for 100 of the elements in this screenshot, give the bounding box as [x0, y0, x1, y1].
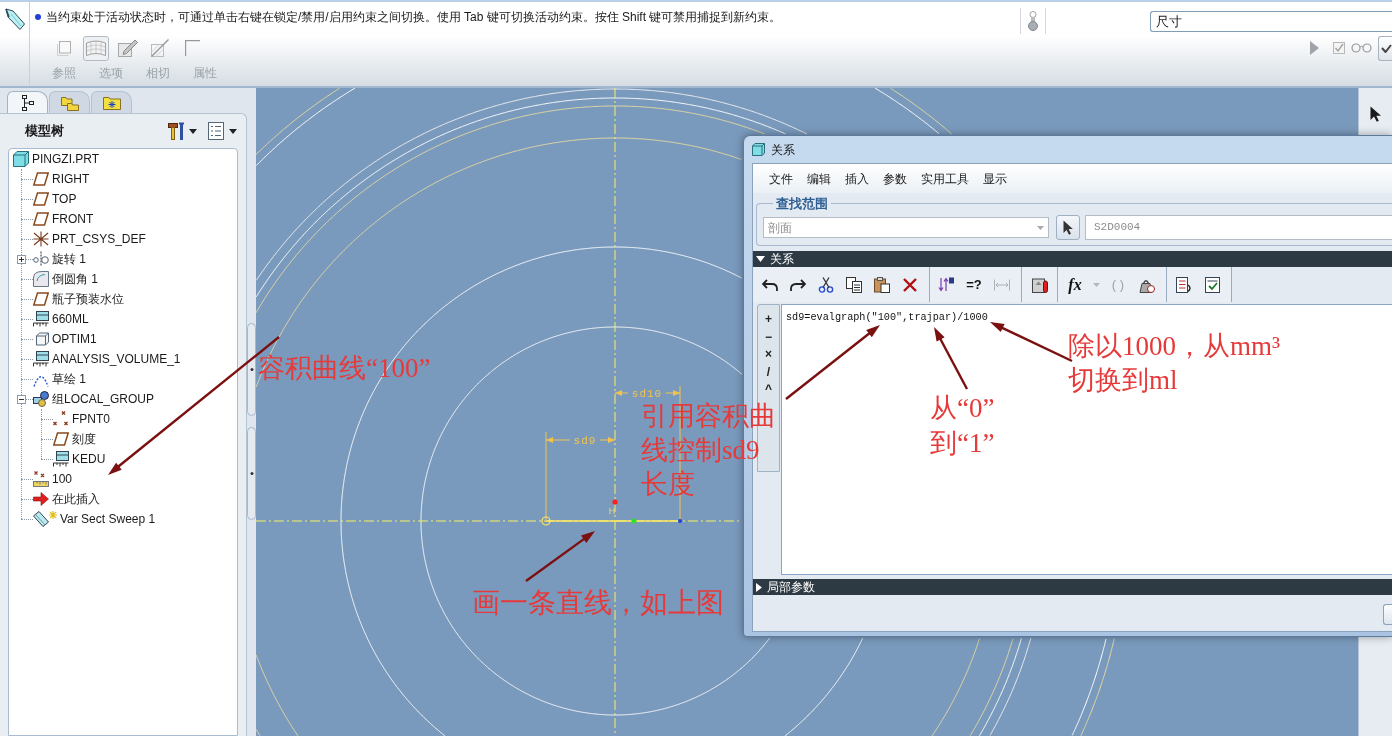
tree-item[interactable]: 瓶子预装水位 — [52, 291, 124, 307]
caret-icon — [1037, 225, 1044, 230]
status-icon — [1028, 11, 1038, 31]
operator-button[interactable]: ^ — [758, 381, 779, 399]
tree-item[interactable]: 倒圆角 1 — [52, 271, 98, 287]
group-label: 查找范围 — [775, 196, 829, 211]
plane-icon — [33, 171, 49, 187]
panel-title: 模型树 — [25, 123, 64, 139]
tools-icon[interactable] — [168, 122, 186, 140]
paste-icon[interactable] — [874, 276, 890, 293]
tree-item[interactable]: Var Sect Sweep 1 — [60, 511, 156, 527]
caret-icon[interactable] — [229, 128, 237, 134]
menu-item[interactable]: 参数 — [883, 170, 907, 187]
arrow-icon — [33, 491, 49, 507]
dimension-label: sd9 — [573, 435, 597, 447]
surface-icon — [86, 40, 106, 56]
tree-toggle-icon[interactable] — [17, 254, 26, 264]
annotation-arrow — [934, 327, 969, 390]
tree-icon — [21, 94, 34, 111]
folder-icon — [102, 95, 121, 110]
analysis-icon — [33, 351, 49, 367]
sash-handle[interactable] — [247, 323, 256, 416]
tree-item[interactable]: 旋转 1 — [52, 251, 86, 267]
tree-item[interactable]: KEDU — [72, 451, 106, 467]
delete-icon[interactable] — [903, 277, 917, 292]
select-button[interactable] — [1056, 215, 1080, 240]
checklist-icon[interactable] — [1204, 276, 1220, 293]
copy-icon[interactable] — [846, 276, 862, 293]
list-icon[interactable] — [1176, 276, 1192, 293]
caret-icon[interactable] — [189, 128, 197, 134]
tree-item[interactable]: 刻度 — [72, 431, 96, 447]
tree-item[interactable]: ANALYSIS_VOLUME_1 — [52, 351, 181, 367]
menu-item[interactable]: 文件 — [769, 170, 793, 187]
sash-handle[interactable] — [247, 427, 256, 520]
tree-item[interactable]: FPNT0 — [72, 411, 110, 427]
pointer-icon — [1063, 220, 1073, 235]
operator-button[interactable]: − — [758, 328, 779, 346]
folders-icon — [60, 94, 79, 111]
menu-item[interactable]: 显示 — [983, 170, 1007, 187]
constraint-label: H — [608, 506, 616, 516]
revolve-icon — [33, 251, 49, 267]
dimension-label: sd10 — [631, 388, 663, 400]
tree-item[interactable]: FRONT — [52, 211, 94, 227]
cube-icon — [752, 143, 765, 156]
operator-button[interactable]: + — [758, 311, 779, 329]
cube-icon — [13, 151, 29, 167]
toolbar-button[interactable]: =? — [966, 275, 982, 294]
redo-icon[interactable] — [790, 277, 806, 292]
plane-icon — [33, 211, 49, 227]
operator-button[interactable]: × — [758, 346, 779, 364]
preview-checkbox[interactable] — [1333, 42, 1345, 54]
cube-outline-icon — [33, 331, 49, 347]
toolbar-button[interactable]: fx — [1068, 275, 1082, 294]
annotation-text: 容积曲线“100” — [258, 352, 431, 384]
endpoint-icon — [541, 516, 551, 526]
point-icon — [678, 519, 682, 523]
tree-item[interactable]: PRT_CSYS_DEF — [52, 231, 146, 247]
annotation-arrow — [525, 531, 595, 582]
tool-button[interactable] — [83, 35, 109, 61]
confirm-button[interactable] — [1378, 35, 1392, 61]
operator-button[interactable]: / — [758, 363, 779, 381]
pointer-icon[interactable] — [1370, 106, 1381, 122]
tree-item[interactable]: 在此插入 — [52, 491, 100, 507]
tree-item[interactable]: PINGZI.PRT — [32, 151, 100, 167]
section-header[interactable]: 关系 — [753, 251, 1392, 267]
scissors-icon[interactable] — [818, 276, 834, 293]
menu-item[interactable]: 编辑 — [807, 170, 831, 187]
annotation-text: 画一条直线，如上图 — [472, 586, 724, 620]
tree-item[interactable]: TOP — [52, 191, 77, 207]
plane-icon — [33, 191, 49, 207]
menu-item[interactable]: 插入 — [845, 170, 869, 187]
clipboard-icon[interactable] — [1032, 276, 1048, 293]
plane-icon — [33, 291, 49, 307]
round-icon — [33, 271, 49, 287]
section-header[interactable]: 局部参数 — [753, 579, 1392, 595]
cross-marks-icon — [53, 411, 69, 427]
search-field[interactable]: 尺寸 — [1150, 11, 1392, 32]
tree-item[interactable]: RIGHT — [52, 171, 90, 187]
arrows-icon[interactable] — [938, 276, 954, 293]
group-icon — [33, 391, 49, 407]
tree-item[interactable]: 组LOCAL_GROUP — [52, 391, 155, 407]
bullet-icon — [35, 14, 41, 20]
dialog-button[interactable] — [1383, 604, 1392, 625]
point-icon — [612, 499, 618, 505]
navigator-tab[interactable] — [7, 91, 48, 113]
analysis-icon — [33, 311, 49, 327]
list-icon[interactable] — [208, 122, 224, 140]
undo-icon[interactable] — [762, 277, 778, 292]
menu-item[interactable]: 实用工具 — [921, 170, 969, 187]
square-icon — [57, 40, 71, 56]
point-icon — [631, 518, 637, 524]
dialog-title: 关系 — [771, 141, 795, 158]
tree-item[interactable]: 100 — [52, 471, 73, 487]
tree-item[interactable]: OPTIM1 — [52, 331, 97, 347]
tree-toggle-icon[interactable] — [17, 394, 26, 404]
edit-icon — [118, 39, 138, 57]
sketch-tool-icon[interactable] — [5, 8, 25, 30]
tree-item[interactable]: 660ML — [52, 311, 89, 327]
tree-item[interactable]: 草绘 1 — [52, 371, 86, 387]
annotation-text: 除以1000，从mm³切换到ml — [1068, 330, 1282, 397]
